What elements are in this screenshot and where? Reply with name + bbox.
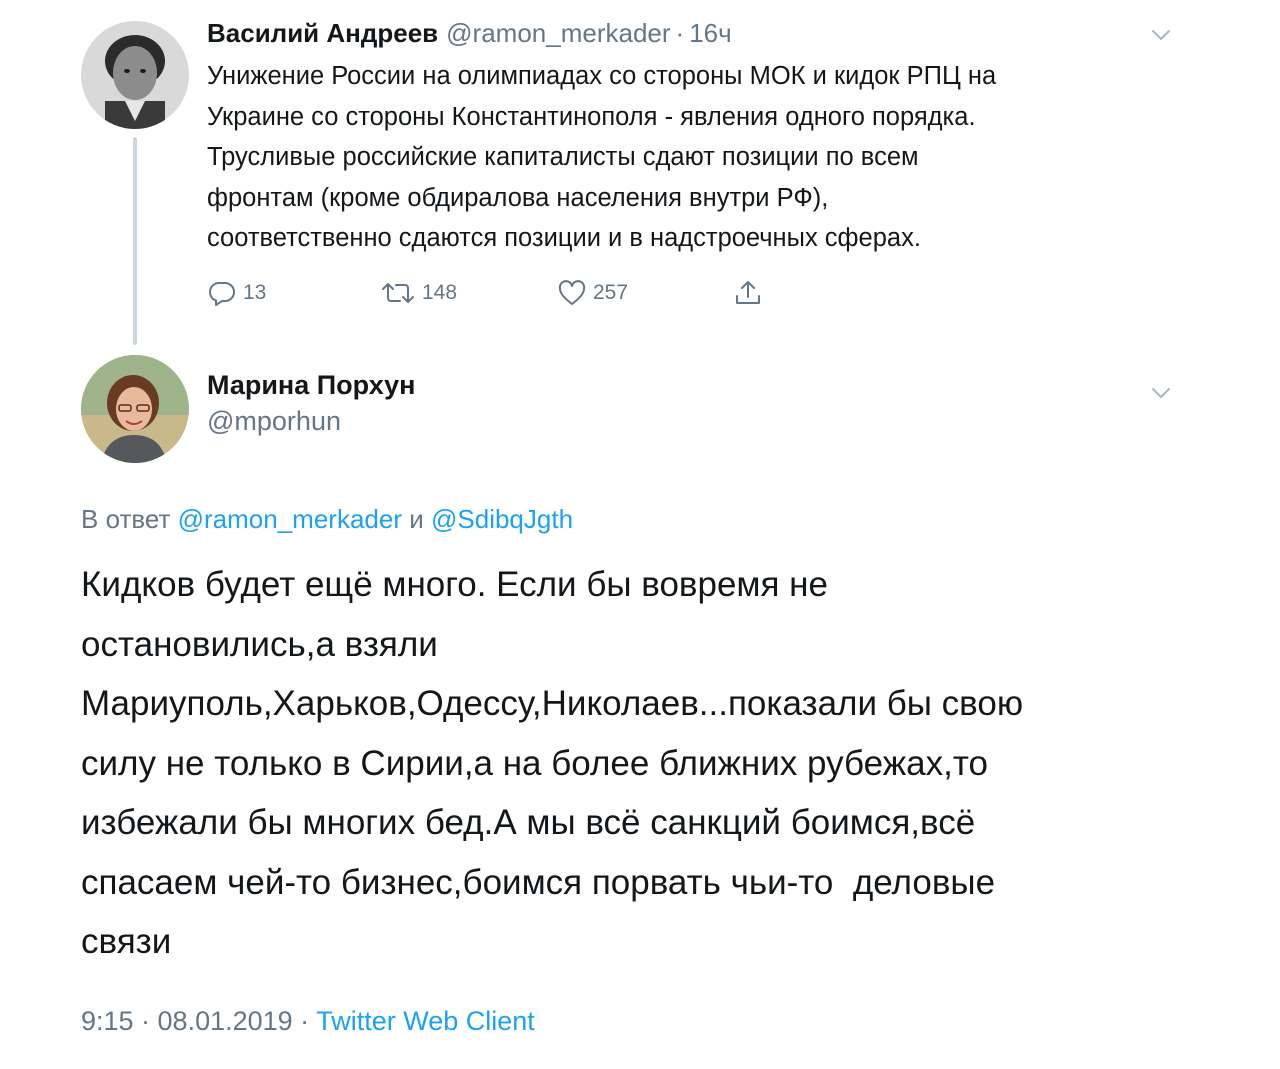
- reply-count: 13: [243, 281, 267, 304]
- tweet2-line: избежали бы многих бед.А мы всё санкций …: [81, 803, 976, 842]
- tweet1-line: Украине со стороны Константинополя - явл…: [207, 102, 976, 131]
- retweet-icon: [382, 283, 414, 303]
- tweet2-timestamp[interactable]: 9:15 · 08.01.2019 ·: [81, 1006, 309, 1036]
- reply-prefix: В ответ: [81, 504, 171, 534]
- tweet1-line: Унижение России на олимпиадах со стороны…: [207, 62, 997, 90]
- reply-mention-link[interactable]: @SdibqJgth: [431, 504, 573, 534]
- share-icon: [736, 281, 760, 304]
- tweet2-text: Кидков будет ещё много. Если бы вовремя …: [81, 555, 1201, 972]
- tweet1-separator: ·: [675, 18, 685, 48]
- tweet2-line: остановились,а взяли: [81, 624, 438, 664]
- reply-icon: [208, 281, 235, 306]
- tweet2-line: Мариуполь,Харьков,Одессу,Николаев...пока…: [81, 684, 1024, 723]
- reply-mention-link[interactable]: @ramon_merkader: [178, 504, 402, 534]
- tweet2-client-link[interactable]: Twitter Web Client: [316, 1006, 535, 1036]
- tweet1-line: Трусливые российские капиталисты сдают п…: [207, 143, 919, 171]
- tweet1-line: соответственно сдаются позиции и в надст…: [207, 224, 921, 252]
- tweet2-line: спасаем чей-то бизнес,боимся порвать чьи…: [81, 862, 996, 902]
- tweet1-time[interactable]: 16ч: [689, 18, 731, 49]
- avatar-vasily[interactable]: [81, 21, 189, 129]
- like-button[interactable]: 257: [557, 276, 628, 310]
- tweet1-line: фронтам (кроме обдиралова населения внут…: [207, 183, 829, 212]
- reply-context: В ответ @ramon_merkader и @SdibqJgth: [81, 504, 573, 535]
- avatar-marina[interactable]: [81, 355, 189, 463]
- tweet2-line: связи: [81, 922, 172, 961]
- tweet2-meta: 9:15 · 08.01.2019 · Twitter Web Client: [81, 1006, 535, 1037]
- avatar-photo-bw: [81, 21, 189, 129]
- retweet-button[interactable]: 148: [380, 276, 457, 310]
- tweet2-author-name[interactable]: Марина Порхун: [207, 370, 415, 401]
- chevron-down-icon[interactable]: [1148, 380, 1174, 406]
- tweet1-text: Унижение России на олимпиадах со стороны…: [207, 56, 1197, 259]
- tweet1-header: Василий Андреев @ramon_merkader · 16ч: [207, 18, 732, 52]
- reply-button[interactable]: 13: [207, 276, 266, 310]
- tweet1-author-name[interactable]: Василий Андреев: [207, 18, 438, 49]
- tweet2-author-handle[interactable]: @mporhun: [207, 406, 341, 437]
- chevron-down-icon[interactable]: [1148, 22, 1174, 48]
- retweet-count: 148: [422, 281, 458, 304]
- avatar-photo: [81, 355, 189, 463]
- thread-connector-line: [133, 137, 137, 345]
- reply-conjunction: и: [409, 504, 424, 534]
- tweet2-line: силу не только в Сирии,а на более ближни…: [81, 743, 988, 783]
- tweet2-line: Кидков будет ещё много. Если бы вовремя …: [81, 565, 828, 604]
- tweet1-author-handle[interactable]: @ramon_merkader: [446, 18, 670, 49]
- like-count: 257: [593, 281, 629, 304]
- heart-icon: [558, 280, 586, 305]
- share-button[interactable]: [733, 276, 769, 310]
